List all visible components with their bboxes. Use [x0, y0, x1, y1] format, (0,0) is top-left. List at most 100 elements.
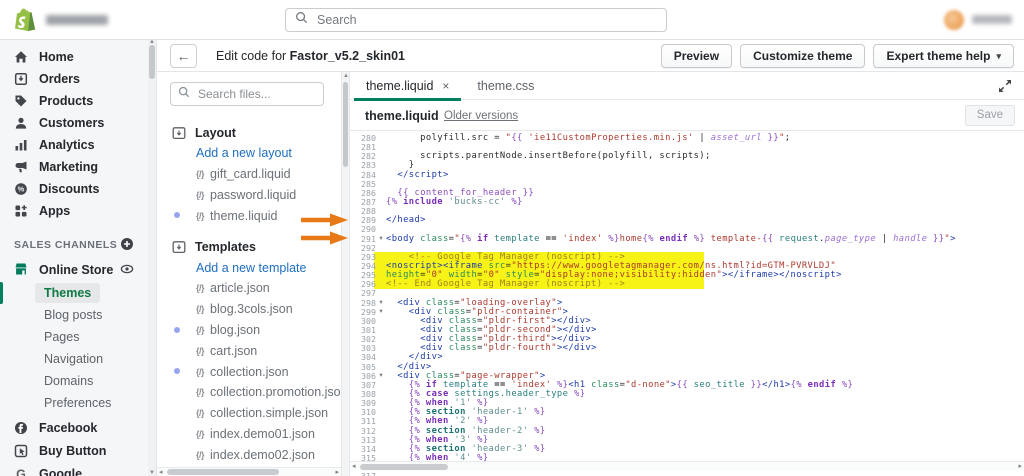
- file-item[interactable]: {/}cart.json: [157, 340, 341, 361]
- scroll-up-icon[interactable]: ▲: [343, 73, 349, 79]
- code-line[interactable]: 291▾<body class="{% if template == 'inde…: [350, 234, 1024, 243]
- sidebar-item-analytics[interactable]: Analytics: [0, 134, 148, 156]
- tab-theme.css[interactable]: theme.css: [463, 72, 548, 100]
- sidebar-item-apps[interactable]: Apps: [0, 200, 148, 222]
- file-item[interactable]: {/}index.demo02.json: [157, 444, 341, 465]
- add-new-templates-link[interactable]: Add a new template: [157, 257, 341, 278]
- close-tab-icon[interactable]: ×: [442, 80, 449, 92]
- file-item[interactable]: {/}collection.simple.json: [157, 403, 341, 424]
- file-panel-vscrollbar[interactable]: ▲: [341, 72, 350, 476]
- scrollbar-thumb[interactable]: [360, 464, 448, 470]
- code-line[interactable]: 299▾ <div class="pldr-container">: [350, 307, 1024, 316]
- file-item[interactable]: {/}gift_card.liquid: [157, 164, 341, 185]
- scrollbar-thumb[interactable]: [149, 45, 155, 79]
- code-line[interactable]: 295height="0" width="0" style="display:n…: [350, 270, 1024, 279]
- file-item[interactable]: {/}blog.json: [157, 320, 341, 341]
- code-line[interactable]: 311 {% when '2' %}: [350, 416, 1024, 425]
- code-line[interactable]: 282 scripts.parentNode.insertBefore(poly…: [350, 151, 1024, 160]
- code-line[interactable]: 296<!-- End Google Tag Manager (noscript…: [350, 279, 1024, 288]
- user-avatar[interactable]: [944, 10, 964, 30]
- sidebar-item-orders[interactable]: Orders: [0, 68, 148, 90]
- sidebar-item-customers[interactable]: Customers: [0, 112, 148, 134]
- code-line[interactable]: 287{% include 'bucks-cc' %}: [350, 197, 1024, 206]
- back-button[interactable]: ←: [170, 44, 197, 68]
- code-line[interactable]: 308 {% case settings.header_type %}: [350, 389, 1024, 398]
- fold-arrow-icon[interactable]: ▾: [376, 307, 386, 316]
- code-line[interactable]: 288: [350, 206, 1024, 215]
- code-line[interactable]: 312 {% section 'header-2' %}: [350, 426, 1024, 435]
- add-sales-channel-icon[interactable]: [120, 237, 134, 251]
- code-line[interactable]: 303 <div class="pldr-fourth"></div>: [350, 343, 1024, 352]
- older-versions-link[interactable]: Older versions: [444, 110, 518, 122]
- code-line[interactable]: 281: [350, 142, 1024, 151]
- file-item[interactable]: {/}collection.json: [157, 361, 341, 382]
- scroll-right-icon[interactable]: ▸: [335, 468, 339, 476]
- code-line[interactable]: 284 </script>: [350, 170, 1024, 179]
- code-line[interactable]: 304 </div>: [350, 352, 1024, 361]
- code-line[interactable]: 301 <div class="pldr-second"></div>: [350, 325, 1024, 334]
- file-panel-hscrollbar[interactable]: ◂ ▸: [157, 467, 341, 476]
- sidebar-item-marketing[interactable]: Marketing: [0, 156, 148, 178]
- code-line[interactable]: 306▾ <div class="page-wrapper">: [350, 371, 1024, 380]
- global-search-input[interactable]: [315, 12, 657, 28]
- code-line[interactable]: 290: [350, 224, 1024, 233]
- file-item[interactable]: {/}password.liquid: [157, 185, 341, 206]
- sidebar-item-themes[interactable]: Themes: [0, 282, 148, 304]
- code-line[interactable]: 297: [350, 288, 1024, 297]
- file-search[interactable]: [170, 82, 324, 106]
- preview-button[interactable]: Preview: [661, 44, 732, 68]
- file-search-input[interactable]: [196, 86, 316, 102]
- code-line[interactable]: 292: [350, 243, 1024, 252]
- code-line[interactable]: 307 {% if template == 'index' %}<h1 clas…: [350, 380, 1024, 389]
- code-line[interactable]: 305 </div>: [350, 362, 1024, 371]
- code-line[interactable]: 314 {% section 'header-3' %}: [350, 444, 1024, 453]
- code-line[interactable]: 300 <div class="pldr-first"></div>: [350, 316, 1024, 325]
- sidebar-item-products[interactable]: Products: [0, 90, 148, 112]
- folder-layout[interactable]: Layout: [157, 122, 341, 143]
- editor-hscrollbar[interactable]: ◂ ▸: [350, 461, 1024, 471]
- shopify-logo-icon[interactable]: [14, 8, 36, 32]
- scroll-left-icon[interactable]: ◂: [352, 462, 356, 471]
- scrollbar-thumb[interactable]: [343, 82, 348, 167]
- sidebar-item-navigation[interactable]: Navigation: [0, 348, 148, 370]
- code-line[interactable]: 283 }: [350, 160, 1024, 169]
- code-line[interactable]: 313 {% when '3' %}: [350, 435, 1024, 444]
- sidebar-item-pages[interactable]: Pages: [0, 326, 148, 348]
- fold-arrow-icon[interactable]: ▾: [376, 298, 386, 307]
- save-button[interactable]: Save: [965, 105, 1015, 126]
- code-line[interactable]: 298▾ <div class="loading-overlay">: [350, 298, 1024, 307]
- code-line[interactable]: 289</head>: [350, 215, 1024, 224]
- tab-theme.liquid[interactable]: theme.liquid×: [352, 72, 463, 100]
- fold-arrow-icon[interactable]: ▾: [376, 234, 386, 243]
- customize-theme-button[interactable]: Customize theme: [740, 44, 865, 68]
- code-line[interactable]: 285: [350, 179, 1024, 188]
- sidebar-item-google[interactable]: GGoogle: [0, 462, 148, 476]
- sidebar-item-discounts[interactable]: %Discounts: [0, 178, 148, 200]
- code-line[interactable]: 317: [350, 471, 1024, 476]
- code-line[interactable]: 302 <div class="pldr-third"></div>: [350, 334, 1024, 343]
- expand-editor-icon[interactable]: [997, 78, 1013, 94]
- code-line[interactable]: 286 {{ content_for_header }}: [350, 188, 1024, 197]
- code-line[interactable]: 310 {% section 'header-1' %}: [350, 407, 1024, 416]
- file-item[interactable]: {/}collection.promotion.json: [157, 382, 341, 403]
- file-item[interactable]: {/}index.demo01.json: [157, 424, 341, 445]
- scroll-right-icon[interactable]: ▸: [1018, 462, 1022, 471]
- sidebar-item-preferences[interactable]: Preferences: [0, 392, 148, 414]
- view-store-eye-icon[interactable]: [120, 262, 134, 276]
- code-line[interactable]: 280 polyfill.src = "{{ 'ie11CustomProper…: [350, 133, 1024, 142]
- sidebar-item-buy-button[interactable]: Buy Button: [0, 439, 148, 462]
- file-item[interactable]: {/}blog.3cols.json: [157, 299, 341, 320]
- sidebar-item-facebook[interactable]: Facebook: [0, 416, 148, 439]
- global-search[interactable]: [285, 8, 667, 32]
- sidebar-item-home[interactable]: Home: [0, 46, 148, 68]
- scroll-left-icon[interactable]: ◂: [159, 468, 163, 476]
- expert-theme-help-button[interactable]: Expert theme help▾: [873, 44, 1014, 68]
- fold-arrow-icon[interactable]: ▾: [376, 371, 386, 380]
- add-new-layout-link[interactable]: Add a new layout: [157, 143, 341, 164]
- scroll-down-icon[interactable]: ▼: [149, 470, 155, 476]
- code-line[interactable]: 309 {% when '1' %}: [350, 398, 1024, 407]
- sidebar-item-blog-posts[interactable]: Blog posts: [0, 304, 148, 326]
- sidebar-item-domains[interactable]: Domains: [0, 370, 148, 392]
- code-line[interactable]: 294<noscript><iframe src="https://www.go…: [350, 261, 1024, 270]
- sidebar-scrollbar[interactable]: ▲ ▼: [148, 40, 156, 476]
